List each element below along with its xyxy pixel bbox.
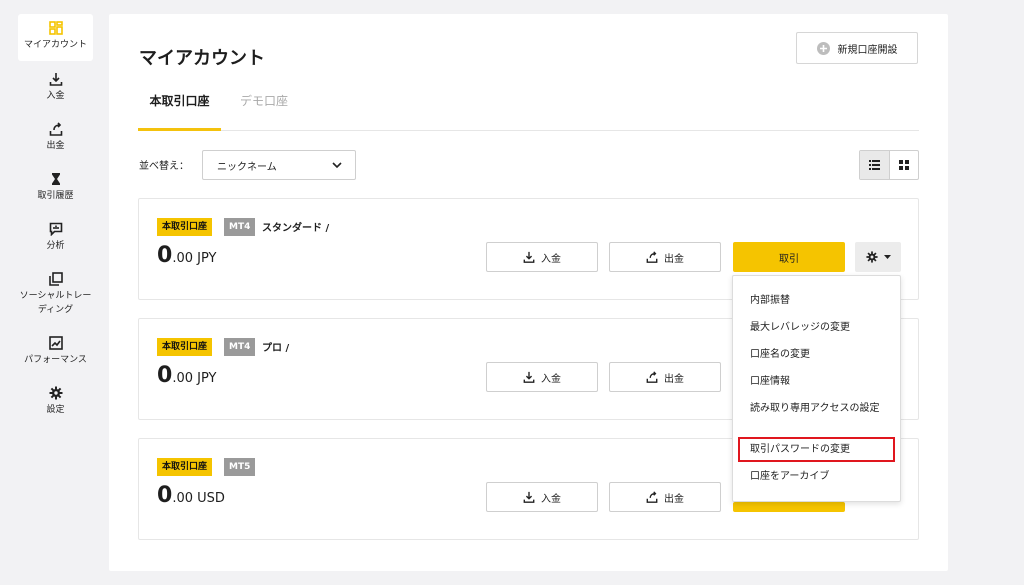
highlight-box — [738, 437, 895, 462]
grid-view-button[interactable] — [890, 151, 919, 179]
new-account-label: 新規口座開設 — [837, 44, 898, 56]
sidebar: マイアカウント 入金 出金 取引履歴 分析 ソーシャルトレーディング パフォーマ… — [0, 0, 110, 585]
sidebar-item-withdraw[interactable]: 出金 — [18, 122, 93, 153]
platform-badge: MT4 — [224, 338, 256, 356]
menu-item-read-only-access[interactable]: 読み取り専用アクセスの設定 — [750, 402, 880, 416]
list-view-button[interactable] — [860, 151, 890, 179]
list-icon — [868, 160, 880, 170]
upload-icon — [646, 491, 658, 503]
tab-real-account[interactable]: 本取引口座 — [138, 92, 221, 131]
sort-select[interactable]: ニックネーム — [202, 150, 356, 180]
balance-integer: 0 — [157, 363, 173, 388]
balance-integer: 0 — [157, 243, 173, 268]
balance-integer: 0 — [157, 483, 173, 508]
new-account-button[interactable]: 新規口座開設 — [796, 32, 918, 64]
grid-icon — [898, 160, 909, 170]
tab-label: デモ口座 — [240, 94, 289, 108]
download-icon — [523, 491, 535, 503]
menu-item-archive-account[interactable]: 口座をアーカイブ — [750, 470, 890, 484]
balance-rest: .00 USD — [172, 491, 225, 506]
trade-button[interactable] — [733, 502, 845, 512]
account-type-badge: 本取引口座 — [157, 458, 213, 476]
sidebar-item-social-trading[interactable]: ソーシャルトレーディング — [18, 272, 93, 317]
trade-button[interactable]: 取引 — [733, 242, 845, 272]
menu-item-rename-account[interactable]: 口座名の変更 — [750, 348, 890, 362]
download-icon — [523, 251, 535, 263]
account-name: プロ / — [262, 343, 290, 354]
menu-item-account-info[interactable]: 口座情報 — [750, 375, 890, 389]
account-name: スタンダード / — [262, 223, 330, 234]
account-balance: 0.00 JPY — [157, 243, 216, 268]
withdraw-button[interactable]: 出金 — [609, 242, 721, 272]
withdraw-button[interactable]: 出金 — [609, 362, 721, 392]
account-type-badge: 本取引口座 — [157, 218, 213, 236]
tab-label: 本取引口座 — [149, 94, 210, 108]
account-type-badge: 本取引口座 — [157, 338, 213, 356]
balance-rest: .00 JPY — [172, 371, 217, 386]
caret-down-icon — [883, 254, 891, 259]
upload-icon — [49, 122, 62, 136]
sidebar-item-settings[interactable]: 設定 — [18, 386, 93, 417]
account-actions-menu: 内部振替 最大レバレッジの変更 口座名の変更 口座情報 読み取り専用アクセスの設… — [732, 275, 901, 502]
menu-item-internal-transfer[interactable]: 内部振替 — [750, 294, 890, 308]
account-balance: 0.00 USD — [157, 483, 225, 508]
sidebar-item-label: 分析 — [46, 241, 65, 251]
account-tabs: 本取引口座 デモ口座 — [138, 92, 919, 131]
platform-badge: MT4 — [224, 218, 256, 236]
performance-icon — [48, 336, 63, 350]
download-icon — [523, 371, 535, 383]
deposit-label: 入金 — [541, 253, 561, 265]
balance-rest: .00 JPY — [172, 251, 217, 266]
account-settings-button[interactable] — [855, 242, 901, 272]
gear-icon — [49, 386, 62, 400]
page-title: マイアカウント — [139, 48, 265, 69]
deposit-button[interactable]: 入金 — [486, 242, 598, 272]
tab-demo-account[interactable]: デモ口座 — [228, 92, 300, 131]
view-toggle — [859, 150, 919, 180]
sidebar-item-performance[interactable]: パフォーマンス — [18, 336, 93, 367]
sidebar-item-analysis[interactable]: 分析 — [18, 222, 93, 253]
sort-label: 並べ替え： — [139, 161, 189, 172]
deposit-label: 入金 — [541, 373, 561, 385]
upload-icon — [646, 371, 658, 383]
download-icon — [49, 73, 62, 86]
withdraw-button[interactable]: 出金 — [609, 482, 721, 512]
sidebar-item-deposit[interactable]: 入金 — [18, 72, 93, 103]
chevron-down-icon — [332, 162, 342, 169]
sidebar-item-my-account[interactable]: マイアカウント — [18, 14, 93, 61]
sidebar-item-label: 設定 — [46, 405, 65, 415]
withdraw-label: 出金 — [664, 373, 684, 385]
dashboard-icon — [48, 21, 63, 35]
menu-item-change-leverage[interactable]: 最大レバレッジの変更 — [750, 321, 890, 335]
platform-badge: MT5 — [224, 458, 256, 476]
sidebar-item-label: パフォーマンス — [24, 355, 87, 365]
withdraw-label: 出金 — [664, 493, 684, 505]
sidebar-item-label: 取引履歴 — [37, 191, 74, 201]
sidebar-item-label: 出金 — [46, 141, 65, 151]
account-balance: 0.00 JPY — [157, 363, 216, 388]
withdraw-label: 出金 — [664, 253, 684, 265]
gear-icon — [865, 251, 878, 263]
deposit-button[interactable]: 入金 — [486, 362, 598, 392]
plus-circle-icon — [816, 41, 830, 55]
sidebar-item-label: マイアカウント — [23, 40, 87, 50]
upload-icon — [646, 251, 658, 263]
chart-bubble-icon — [49, 222, 62, 236]
trade-label: 取引 — [779, 253, 799, 265]
sidebar-item-history[interactable]: 取引履歴 — [18, 172, 93, 203]
sort-selected-value: ニックネーム — [217, 161, 277, 173]
deposit-button[interactable]: 入金 — [486, 482, 598, 512]
hourglass-icon — [51, 173, 60, 185]
deposit-label: 入金 — [541, 493, 561, 505]
sidebar-item-label: 入金 — [46, 91, 65, 101]
sidebar-item-label: ソーシャルトレーディング — [19, 291, 92, 315]
copy-icon — [48, 272, 63, 286]
